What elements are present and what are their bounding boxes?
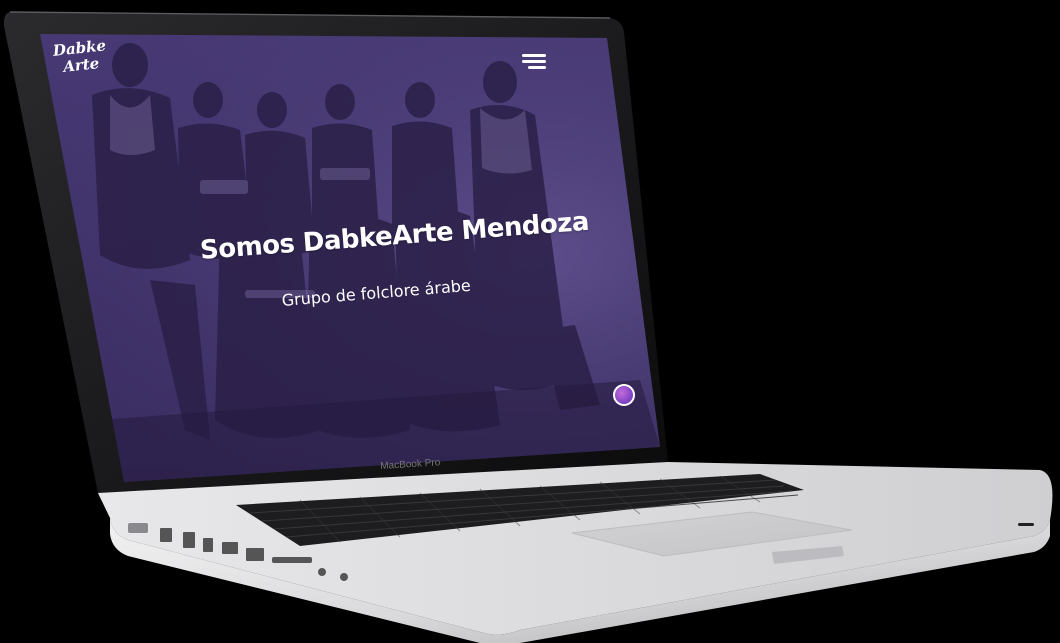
website-hero: Dabke Arte Somos DabkeArte Mendoza Grupo… — [40, 34, 660, 482]
site-logo[interactable]: Dabke Arte — [50, 36, 112, 89]
dancers-photo — [40, 34, 660, 482]
hamburger-icon[interactable] — [522, 54, 550, 72]
mockup-stage: Dabke Arte Somos DabkeArte Mendoza Grupo… — [0, 0, 1060, 643]
chat-bubble-icon[interactable] — [613, 384, 635, 406]
screen: Dabke Arte Somos DabkeArte Mendoza Grupo… — [0, 0, 1060, 643]
